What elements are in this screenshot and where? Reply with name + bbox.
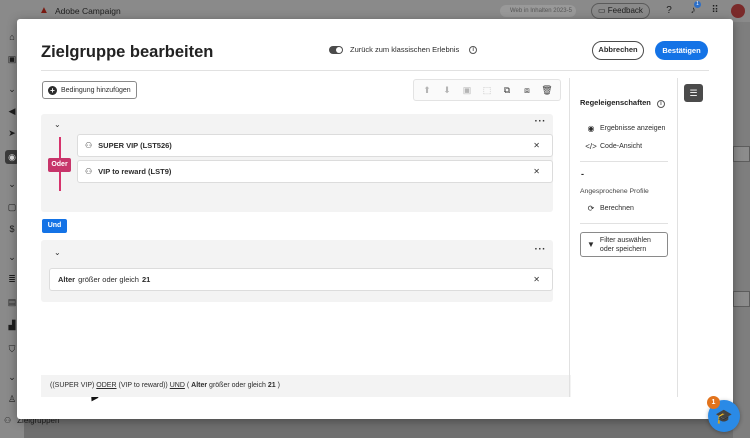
add-condition-label: Bedingung hinzufügen bbox=[61, 86, 131, 94]
divider bbox=[580, 223, 668, 224]
edit-audience-dialog: Zielgruppe bearbeiten Zurück zum klassis… bbox=[17, 19, 733, 419]
summary-part: (VIP to reward)) bbox=[118, 382, 168, 389]
group-icon[interactable]: ▣ bbox=[461, 84, 473, 96]
rule-properties-title-text: Regeleigenschaften bbox=[580, 98, 651, 107]
rule-toolbar: ⬆ ⬇ ▣ ⬚ ⧉ ⧈ 🗑 bbox=[413, 79, 561, 101]
and-operator-badge[interactable]: Und bbox=[42, 219, 67, 233]
summary-and: UND bbox=[169, 382, 185, 389]
info-icon[interactable]: i bbox=[469, 45, 478, 54]
attribute-rule[interactable]: Alter größer oder gleich 21 ✕ bbox=[49, 268, 553, 291]
or-operator-badge[interactable]: Oder bbox=[48, 158, 71, 172]
summary-field: Alter bbox=[191, 382, 208, 389]
panel-divider bbox=[677, 78, 678, 397]
profile-count: - bbox=[581, 169, 584, 179]
calculate-link[interactable]: ⟳ Berechnen bbox=[585, 204, 634, 213]
classic-experience-toggle[interactable] bbox=[329, 45, 343, 54]
filter-icon: ▼ bbox=[587, 240, 595, 249]
divider bbox=[580, 161, 668, 162]
move-down-icon[interactable]: ⬇ bbox=[441, 84, 453, 96]
classic-experience-switch-row: Zurück zum klassischen Erlebnis i bbox=[329, 45, 478, 54]
audience-rule[interactable]: ⚇ SUPER VIP (LST526) ✕ bbox=[77, 134, 553, 157]
code-icon: </> bbox=[585, 142, 597, 151]
show-results-link[interactable]: ◉ Ergebnisse anzeigen bbox=[585, 124, 666, 133]
background-input-stub bbox=[733, 146, 750, 162]
calculate-label: Berechnen bbox=[600, 205, 634, 212]
background-button-stub bbox=[733, 291, 750, 307]
feedback-icon: ▭ bbox=[598, 6, 608, 15]
app-name: Adobe Campaign bbox=[55, 6, 121, 16]
panel-divider bbox=[569, 78, 570, 397]
add-condition-button[interactable]: + Bedingung hinzufügen bbox=[42, 81, 137, 99]
rule-field: Alter bbox=[58, 275, 76, 284]
rule-editor-canvas: + Bedingung hinzufügen ⬆ ⬇ ▣ ⬚ ⧉ ⧈ 🗑 ⌄ ·… bbox=[41, 78, 571, 402]
summary-operator: größer oder gleich bbox=[209, 382, 266, 389]
adobe-logo-icon: ▲ bbox=[39, 5, 49, 16]
summary-or: ODER bbox=[96, 382, 117, 389]
people-icon: ⚇ bbox=[4, 416, 12, 425]
feedback-label: Feedback bbox=[607, 6, 643, 15]
more-options-icon[interactable]: ··· bbox=[535, 116, 547, 127]
refresh-icon: ⟳ bbox=[587, 204, 595, 213]
chevron-down-icon[interactable]: ⌄ bbox=[54, 120, 61, 129]
filter-label-line1: Filter auswählen bbox=[599, 236, 651, 244]
rule-value: 21 bbox=[141, 275, 151, 284]
rule-operator: größer oder gleich bbox=[78, 275, 139, 284]
confirm-button[interactable]: Bestätigen bbox=[655, 41, 708, 60]
ungroup-icon[interactable]: ⬚ bbox=[481, 84, 493, 96]
move-up-icon[interactable]: ⬆ bbox=[421, 84, 433, 96]
rule-properties-title: Regeleigenschaften i bbox=[580, 98, 665, 108]
rule-audience-name: VIP to reward (LST9) bbox=[98, 167, 172, 176]
select-or-save-filter-button[interactable]: ▼ Filter auswählen oder speichern bbox=[580, 232, 668, 257]
notification-badge: 1 bbox=[694, 1, 701, 8]
query-summary: ((SUPER VIP) ODER (VIP to reward)) UND (… bbox=[41, 375, 571, 397]
add-circle-icon: + bbox=[48, 85, 57, 95]
duplicate-icon[interactable]: ⧉ bbox=[501, 84, 513, 96]
feedback-button[interactable]: ▭ Feedback bbox=[591, 3, 650, 19]
code-view-link[interactable]: </> Code-Ansicht bbox=[585, 142, 642, 151]
classic-experience-label: Zurück zum klassischen Erlebnis bbox=[350, 45, 460, 54]
delete-icon[interactable]: 🗑 bbox=[541, 84, 553, 96]
more-options-icon[interactable]: ··· bbox=[535, 244, 547, 255]
audience-rule[interactable]: ⚇ VIP to reward (LST9) ✕ bbox=[77, 160, 553, 183]
filter-label-line2: oder speichern bbox=[599, 245, 647, 253]
top-search-field[interactable]: Web in Inhalten 2023-5 bbox=[500, 5, 576, 17]
summary-part: ((SUPER VIP) bbox=[50, 382, 95, 389]
apps-grid-icon[interactable]: ⠿ bbox=[708, 4, 722, 18]
chevron-down-icon[interactable]: ⌄ bbox=[54, 248, 61, 257]
show-results-label: Ergebnisse anzeigen bbox=[600, 125, 666, 132]
cancel-button[interactable]: Abbrechen bbox=[592, 41, 644, 60]
copy-icon[interactable]: ⧈ bbox=[521, 84, 533, 96]
summary-part: ) bbox=[277, 382, 280, 389]
help-badge: 1 bbox=[707, 396, 720, 409]
targeted-profiles-label: Angesprochene Profile bbox=[580, 188, 649, 195]
code-view-label: Code-Ansicht bbox=[600, 143, 643, 150]
rule-audience-name: SUPER VIP (LST526) bbox=[98, 141, 172, 150]
dialog-title: Zielgruppe bearbeiten bbox=[41, 43, 214, 61]
remove-rule-icon[interactable]: ✕ bbox=[533, 167, 540, 176]
summary-part: ( bbox=[186, 382, 190, 389]
header-divider bbox=[41, 70, 709, 71]
condition-group-2: ⌄ ··· Alter größer oder gleich 21 ✕ bbox=[41, 240, 553, 302]
audience-icon: ⚇ bbox=[85, 167, 93, 176]
background-right-pane bbox=[733, 22, 750, 438]
help-icon[interactable]: ? bbox=[662, 4, 676, 18]
audience-icon: ⚇ bbox=[85, 141, 93, 150]
remove-rule-icon[interactable]: ✕ bbox=[533, 141, 540, 150]
settings-sliders-icon[interactable]: ☰ bbox=[684, 84, 703, 102]
avatar[interactable] bbox=[731, 4, 745, 18]
condition-group-1: ⌄ ··· Oder ⚇ SUPER VIP (LST526) ✕ ⚇ VIP … bbox=[41, 114, 553, 212]
info-icon[interactable]: i bbox=[656, 100, 665, 108]
summary-value: 21 bbox=[267, 382, 276, 389]
filter-button-label: Filter auswählen oder speichern bbox=[600, 236, 651, 254]
eye-icon: ◉ bbox=[587, 124, 595, 133]
remove-rule-icon[interactable]: ✕ bbox=[533, 275, 540, 284]
